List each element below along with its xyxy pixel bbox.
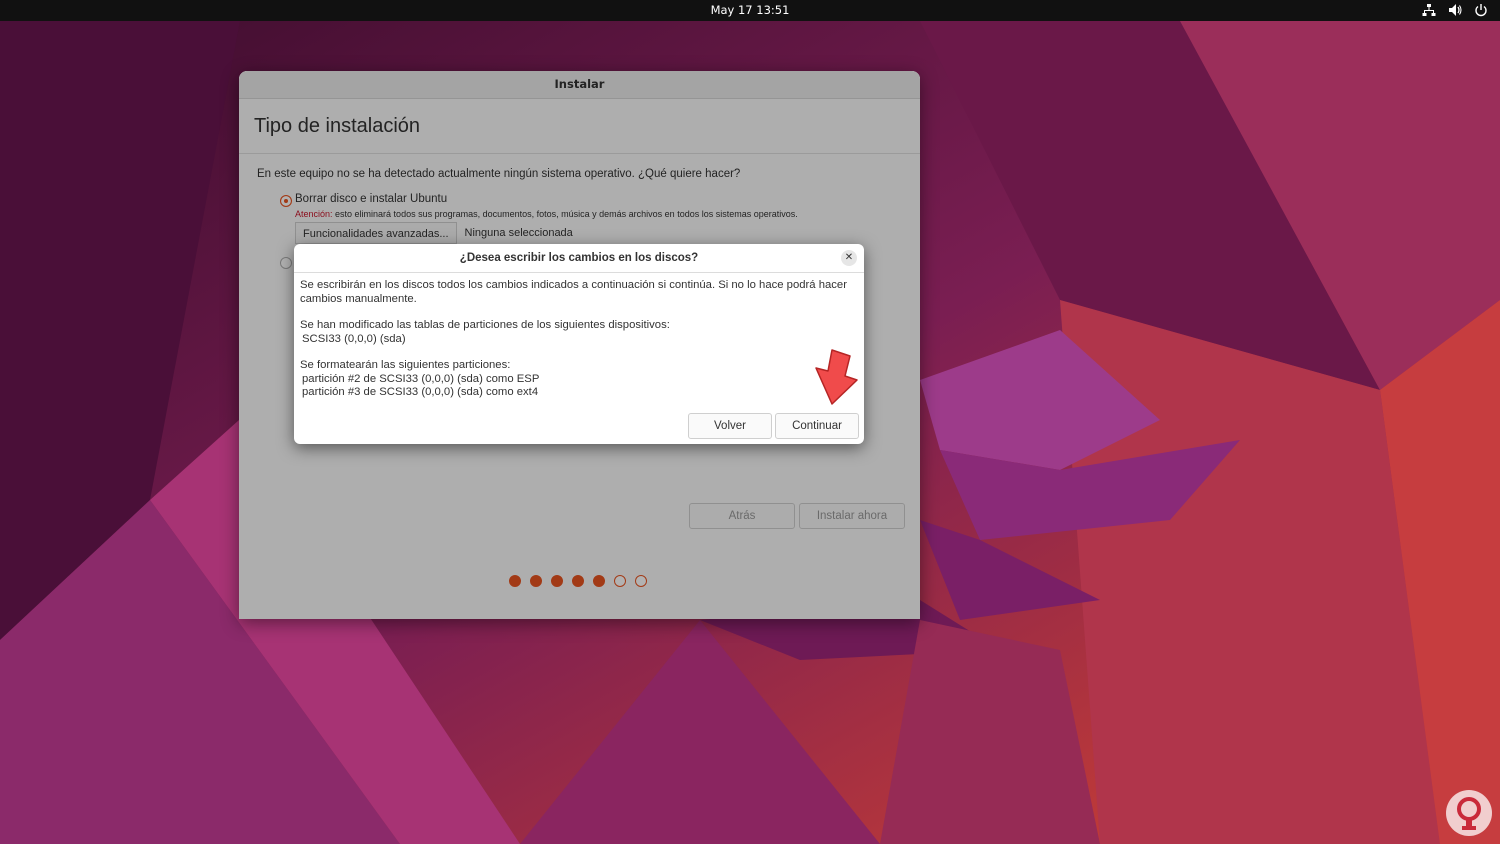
arrow-pointer-icon: [815, 349, 858, 405]
system-tray[interactable]: [1422, 3, 1488, 17]
modified-tables-label: Se han modificado las tablas de particio…: [300, 319, 670, 331]
power-icon[interactable]: [1474, 3, 1488, 17]
close-icon[interactable]: ✕: [841, 250, 857, 266]
partition-item: partición #2 de SCSI33 (0,0,0) (sda) com…: [302, 372, 540, 385]
watermark-logo-icon: [1446, 790, 1492, 836]
confirm-write-dialog: ¿Desea escribir los cambios en los disco…: [294, 244, 864, 444]
dialog-body: Se escribirán en los discos todos los ca…: [300, 279, 860, 400]
clock[interactable]: May 17 13:51: [0, 3, 1500, 17]
dialog-title: ¿Desea escribir los cambios en los disco…: [294, 244, 864, 273]
volume-icon[interactable]: [1448, 3, 1462, 17]
format-partitions-label: Se formatearán las siguientes particione…: [300, 359, 511, 371]
continue-button[interactable]: Continuar: [775, 413, 859, 439]
partition-item: partición #3 de SCSI33 (0,0,0) (sda) com…: [302, 386, 539, 398]
top-bar: May 17 13:51: [0, 0, 1500, 21]
dialog-intro: Se escribirán en los discos todos los ca…: [300, 279, 847, 305]
volver-button[interactable]: Volver: [688, 413, 772, 439]
device-item: SCSI33 (0,0,0) (sda): [302, 332, 406, 345]
dialog-title-text: ¿Desea escribir los cambios en los disco…: [459, 252, 699, 264]
network-icon[interactable]: [1422, 3, 1436, 17]
